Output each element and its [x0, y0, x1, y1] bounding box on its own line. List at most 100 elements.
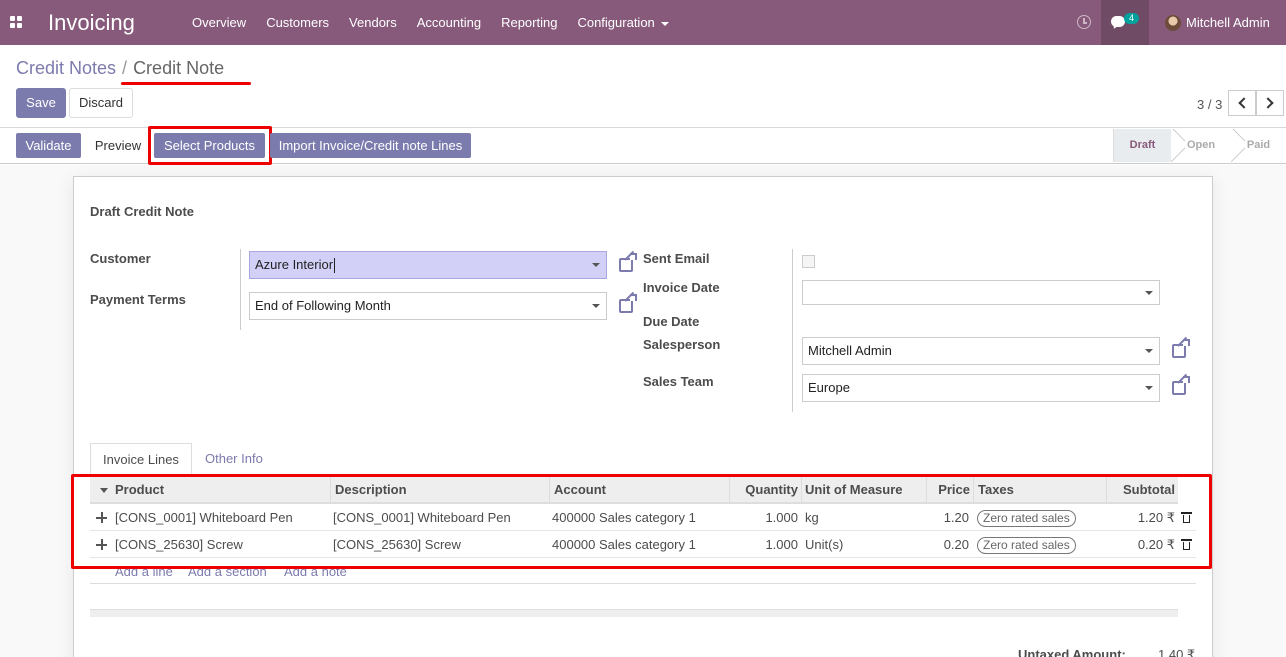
trash-icon[interactable]	[1181, 512, 1192, 523]
customer-field[interactable]: Azure Interior	[249, 251, 607, 279]
row-price: 1.20	[943, 510, 969, 525]
column-subtotal[interactable]: Subtotal	[1107, 477, 1175, 504]
menu-accounting[interactable]: Accounting	[407, 0, 491, 45]
column-product[interactable]: Product	[115, 477, 164, 504]
user-menu[interactable]: Mitchell Admin	[1165, 0, 1270, 45]
table-header: Product Description Account Quantity Uni…	[90, 477, 1178, 504]
column-price[interactable]: Price	[927, 477, 970, 504]
row-price: 0.20	[943, 537, 969, 552]
field-separator	[792, 249, 793, 412]
chat-badge: 4	[1124, 13, 1139, 24]
row-uom: kg	[805, 510, 819, 525]
dropdown-caret-icon	[1145, 291, 1153, 295]
chat-bubbles-icon	[1111, 16, 1125, 27]
table-row[interactable]: [CONS_0001] Whiteboard Pen [CONS_0001] W…	[90, 504, 1196, 531]
row-quantity: 1.000	[765, 510, 798, 525]
stage-paid[interactable]: Paid	[1231, 129, 1286, 162]
dropdown-caret-icon	[592, 263, 600, 267]
invoice-date-field[interactable]	[802, 280, 1160, 305]
external-link-icon[interactable]	[1172, 373, 1190, 395]
pager-previous-button[interactable]	[1228, 90, 1256, 116]
import-lines-button[interactable]: Import Invoice/Credit note Lines	[270, 133, 471, 158]
control-panel: Credit Notes / Credit Note Save Discard 3 …	[0, 45, 1286, 128]
dropdown-caret-icon	[592, 304, 600, 308]
invoice-date-label: Invoice Date	[643, 280, 720, 295]
menu-configuration[interactable]: Configuration	[567, 0, 678, 45]
breadcrumb-parent-link[interactable]: Credit Notes	[16, 58, 116, 78]
menu-vendors[interactable]: Vendors	[339, 0, 407, 45]
avatar	[1165, 14, 1181, 31]
sent-email-checkbox[interactable]	[802, 255, 815, 268]
table-footer-divider	[90, 583, 1196, 584]
form-sheet	[73, 176, 1213, 657]
chevron-down-icon	[660, 21, 669, 26]
external-link-icon[interactable]	[619, 291, 637, 313]
drag-handle-icon[interactable]	[95, 538, 108, 551]
column-description[interactable]: Description	[335, 477, 407, 504]
row-subtotal: 1.20 ₹	[1137, 510, 1175, 525]
app-title[interactable]: Invoicing	[48, 10, 135, 36]
salesperson-field[interactable]: Mitchell Admin	[802, 337, 1160, 365]
dropdown-caret-icon	[1145, 386, 1153, 390]
trash-icon[interactable]	[1181, 539, 1192, 550]
sales-team-label: Sales Team	[643, 374, 714, 389]
sort-caret-icon[interactable]	[100, 488, 108, 493]
table-row[interactable]: [CONS_25630] Screw [CONS_25630] Screw 40…	[90, 531, 1196, 558]
user-name: Mitchell Admin	[1186, 15, 1270, 30]
stage-draft: Draft	[1113, 129, 1171, 162]
add-section-link[interactable]: Add a section	[188, 564, 267, 579]
external-link-icon[interactable]	[619, 250, 637, 272]
breadcrumb-separator: /	[122, 58, 128, 78]
sales-team-field[interactable]: Europe	[802, 374, 1160, 402]
payment-terms-field[interactable]: End of Following Month	[249, 292, 607, 320]
main-menu: Overview Customers Vendors Accounting Re…	[182, 0, 679, 45]
validate-button[interactable]: Validate	[16, 133, 81, 158]
customer-value: Azure Interior	[255, 257, 334, 272]
stage-open[interactable]: Open	[1171, 129, 1231, 162]
column-account[interactable]: Account	[554, 477, 606, 504]
preview-button[interactable]: Preview	[85, 133, 151, 158]
salesperson-value: Mitchell Admin	[808, 343, 892, 358]
untaxed-amount-value: 1.40 ₹	[1158, 647, 1196, 657]
discard-button[interactable]: Discard	[69, 88, 133, 118]
activity-clock-icon[interactable]	[1077, 15, 1091, 29]
row-quantity: 1.000	[765, 537, 798, 552]
drag-handle-icon[interactable]	[95, 511, 108, 524]
menu-reporting[interactable]: Reporting	[491, 0, 567, 45]
top-navbar: Invoicing Overview Customers Vendors Acc…	[0, 0, 1286, 45]
customer-label: Customer	[90, 251, 151, 266]
row-taxes: Zero rated sales	[977, 504, 1076, 531]
text-cursor	[334, 258, 336, 274]
due-date-label: Due Date	[643, 314, 700, 329]
column-taxes[interactable]: Taxes	[978, 477, 1014, 504]
row-account: 400000 Sales category 1	[552, 510, 696, 525]
column-quantity[interactable]: Quantity	[730, 477, 798, 504]
save-button[interactable]: Save	[16, 88, 66, 118]
statusbar: Validate Preview Select Products Import …	[0, 126, 1286, 165]
add-note-link[interactable]: Add a note	[284, 564, 347, 579]
payment-terms-value: End of Following Month	[255, 298, 391, 313]
payment-terms-label: Payment Terms	[90, 292, 186, 307]
row-product: [CONS_25630] Screw	[115, 537, 243, 552]
menu-overview[interactable]: Overview	[182, 0, 256, 45]
breadcrumb-current: Credit Note	[133, 58, 225, 78]
column-unit-of-measure[interactable]: Unit of Measure	[805, 477, 903, 504]
menu-configuration-label: Configuration	[577, 15, 655, 30]
tab-invoice-lines[interactable]: Invoice Lines	[90, 443, 192, 476]
menu-customers[interactable]: Customers	[256, 0, 339, 45]
row-uom: Unit(s)	[805, 537, 844, 552]
row-subtotal: 0.20 ₹	[1137, 537, 1175, 552]
apps-grid-icon[interactable]	[10, 16, 22, 28]
untaxed-amount-label: Untaxed Amount:	[1018, 647, 1126, 657]
messaging-button[interactable]: 4	[1101, 0, 1149, 45]
pager-next-button[interactable]	[1256, 90, 1284, 116]
chevron-right-icon	[1262, 97, 1274, 109]
tax-tag: Zero rated sales	[977, 537, 1076, 554]
dropdown-caret-icon	[1145, 349, 1153, 353]
chevron-left-icon	[1238, 97, 1250, 109]
tab-other-info[interactable]: Other Info	[205, 443, 263, 476]
sent-email-label: Sent Email	[643, 251, 710, 266]
external-link-icon[interactable]	[1172, 336, 1190, 358]
add-line-link[interactable]: Add a line	[115, 564, 173, 579]
row-product: [CONS_0001] Whiteboard Pen	[115, 510, 293, 525]
